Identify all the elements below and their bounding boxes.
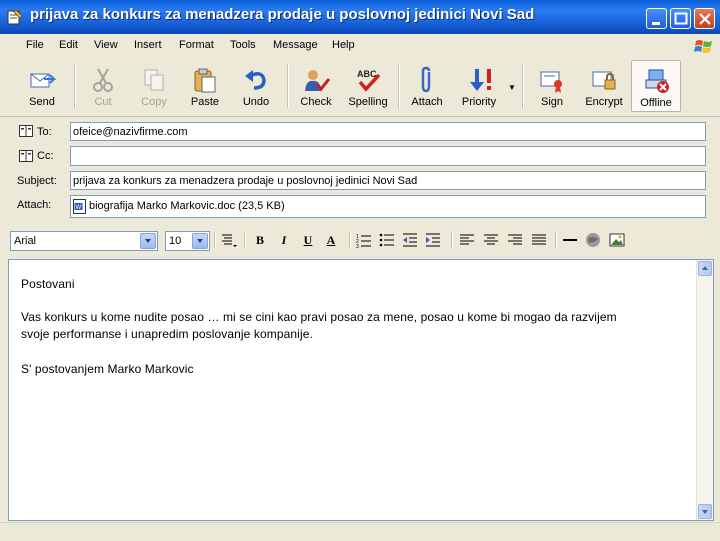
font-size-select[interactable]: 10 <box>165 231 210 251</box>
check-names-icon <box>305 70 330 92</box>
attach-button[interactable]: Attach <box>402 60 452 112</box>
scroll-up-arrow-icon[interactable] <box>698 261 712 276</box>
toolbar-separator <box>555 232 557 248</box>
send-icon <box>30 73 56 88</box>
address-book-icon[interactable] <box>19 150 33 162</box>
bullet-list-icon[interactable] <box>378 231 396 249</box>
undo-button[interactable]: Undo <box>231 60 281 112</box>
maximize-icon <box>674 12 688 25</box>
priority-button[interactable]: Priority <box>454 60 504 112</box>
spelling-icon-text: ABC <box>357 69 377 79</box>
priority-icon <box>470 69 491 91</box>
italic-button[interactable]: I <box>275 231 293 249</box>
horizontal-line-icon[interactable] <box>561 231 579 249</box>
word-document-icon: W <box>73 199 86 214</box>
menu-help[interactable]: Help <box>332 39 355 51</box>
insert-hyperlink-globe-icon[interactable] <box>584 231 602 249</box>
message-body[interactable]: Postovani Vas konkurs u kome nudite posa… <box>8 259 714 521</box>
attach-field-label: Attach: <box>17 199 52 211</box>
spelling-label: Spelling <box>348 96 388 108</box>
undo-label: Undo <box>242 96 270 108</box>
toolbar-separator <box>349 232 351 248</box>
bold-button[interactable]: B <box>251 231 269 249</box>
windows-logo-icon <box>694 40 712 53</box>
close-button[interactable] <box>694 8 715 29</box>
encrypt-lock-icon <box>592 71 616 90</box>
body-greeting: Postovani <box>21 277 75 291</box>
send-label: Send <box>29 96 55 108</box>
spelling-button[interactable]: ABC Spelling <box>343 60 393 112</box>
toolbar-separator <box>451 232 453 248</box>
send-button[interactable]: Send <box>17 60 67 112</box>
priority-label: Priority <box>461 96 497 108</box>
menu-tools[interactable]: Tools <box>230 39 256 51</box>
menu-file[interactable]: File <box>26 39 44 51</box>
menu-bar: File Edit View Insert Format Tools Messa… <box>0 34 720 59</box>
chevron-down-icon[interactable] <box>192 233 208 249</box>
minimize-icon <box>652 22 660 25</box>
sign-certificate-icon <box>540 71 562 93</box>
toolbar-separator <box>214 232 216 248</box>
font-size-value: 10 <box>169 235 182 247</box>
minimize-button[interactable] <box>646 8 667 29</box>
compose-message-icon <box>7 9 23 25</box>
spelling-icon: ABC <box>357 69 381 92</box>
body-line-2: svoje performanse i unapredim poslovanje… <box>21 327 313 341</box>
paperclip-icon <box>421 66 431 93</box>
title-bar: prijava za konkurs za menadzera prodaje … <box>0 0 720 34</box>
paragraph-style-icon[interactable] <box>220 231 238 249</box>
subject-label: Subject: <box>17 175 57 187</box>
menu-insert[interactable]: Insert <box>134 39 162 51</box>
priority-dropdown-arrow-icon[interactable]: ▼ <box>508 83 516 92</box>
toolbar-separator <box>244 232 246 248</box>
maximize-button[interactable] <box>670 8 691 29</box>
copy-icon <box>144 69 164 91</box>
cut-icon <box>93 68 113 92</box>
insert-picture-icon[interactable] <box>608 231 626 249</box>
window-title: prijava za konkurs za menadzera prodaje … <box>30 6 535 23</box>
body-signature: S' postovanjem Marko Markovic <box>21 362 194 376</box>
cc-label[interactable]: Cc: <box>37 150 54 162</box>
to-field[interactable]: ofeice@nazivfirme.com <box>70 122 706 141</box>
align-left-icon[interactable] <box>458 231 476 249</box>
check-names-button[interactable]: Check <box>291 60 341 112</box>
underline-button[interactable]: U <box>299 231 317 249</box>
svg-text:W: W <box>76 205 82 211</box>
numbered-list-icon[interactable]: 1 2 3 <box>355 231 373 249</box>
chevron-down-icon[interactable] <box>140 233 156 249</box>
attach-field[interactable]: W biografija Marko Markovic.doc (23,5 KB… <box>70 195 706 218</box>
encrypt-button[interactable]: Encrypt <box>579 60 629 112</box>
font-value: Arial <box>14 235 37 247</box>
decrease-indent-icon[interactable] <box>401 231 419 249</box>
menu-view[interactable]: View <box>94 39 118 51</box>
increase-indent-icon[interactable] <box>424 231 442 249</box>
subject-field[interactable]: prijava za konkurs za menadzera prodaje … <box>70 171 706 190</box>
to-label[interactable]: To: <box>37 126 52 138</box>
offline-button[interactable]: Offline <box>631 60 681 112</box>
address-book-icon[interactable] <box>19 125 33 137</box>
justify-icon[interactable] <box>530 231 548 249</box>
toolbar: Send Cut Copy Paste Undo Check ABC Spell… <box>0 58 720 117</box>
align-right-icon[interactable] <box>506 231 524 249</box>
close-icon <box>699 13 711 25</box>
vertical-scrollbar[interactable] <box>696 260 713 520</box>
offline-icon <box>645 69 669 93</box>
paste-icon <box>194 68 216 93</box>
font-color-button[interactable]: A <box>322 231 340 249</box>
offline-label: Offline <box>640 97 672 109</box>
menu-format[interactable]: Format <box>179 39 214 51</box>
align-center-icon[interactable] <box>482 231 500 249</box>
svg-text:3: 3 <box>356 244 359 249</box>
menu-message[interactable]: Message <box>273 39 318 51</box>
attachment-name[interactable]: biografija Marko Markovic.doc (23,5 KB) <box>89 200 285 212</box>
cc-field[interactable] <box>70 146 706 166</box>
font-select[interactable]: Arial <box>10 231 158 251</box>
menu-edit[interactable]: Edit <box>59 39 78 51</box>
status-bar <box>0 522 720 541</box>
body-line-1: Vas konkurs u kome nudite posao … mi se … <box>21 310 617 324</box>
sign-button[interactable]: Sign <box>527 60 577 112</box>
undo-icon <box>245 70 266 90</box>
scroll-down-arrow-icon[interactable] <box>698 504 712 519</box>
